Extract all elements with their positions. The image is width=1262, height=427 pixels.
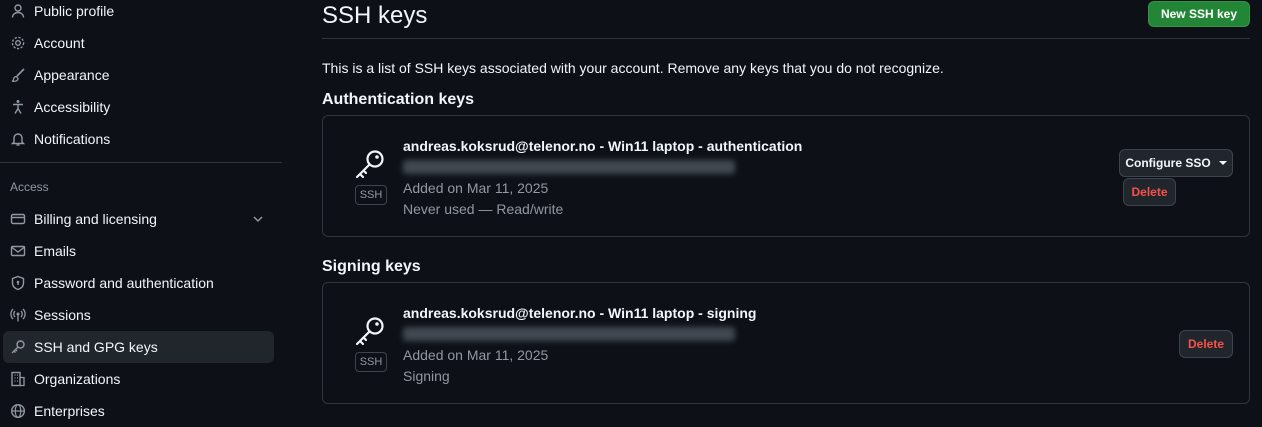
key-title: andreas.koksrud@telenor.no - Win11 lapto…: [403, 138, 803, 154]
sidebar-item-appearance[interactable]: Appearance: [3, 59, 274, 91]
authentication-keys-heading: Authentication keys: [322, 91, 475, 108]
new-ssh-key-button[interactable]: New SSH key: [1147, 1, 1250, 27]
signing-key-item: SSH andreas.koksrud@telenor.no - Win11 l…: [322, 282, 1250, 404]
settings-sidebar: Public profile Account Appearance Access…: [0, 0, 282, 419]
sidebar-item-organizations[interactable]: Organizations: [3, 363, 274, 395]
sidebar-item-label: Organizations: [34, 371, 121, 387]
caret-down-icon: [1218, 161, 1227, 165]
key-fingerprint-redacted: [403, 160, 735, 174]
title-divider: [322, 38, 1250, 39]
organization-icon: [10, 371, 26, 387]
gear-icon: [10, 35, 26, 51]
mail-icon: [10, 243, 26, 259]
sidebar-item-enterprises[interactable]: Enterprises: [3, 395, 274, 427]
broadcast-icon: [10, 307, 26, 323]
globe-icon: [10, 403, 26, 419]
sidebar-item-label: Billing and licensing: [34, 211, 157, 227]
configure-sso-label: Configure SSO: [1125, 156, 1211, 170]
key-icon: [353, 147, 387, 181]
sidebar-item-account[interactable]: Account: [3, 27, 274, 59]
sidebar-item-sessions[interactable]: Sessions: [3, 299, 274, 331]
sidebar-item-label: Account: [34, 35, 85, 51]
sidebar-item-label: Accessibility: [34, 99, 111, 115]
sidebar-item-label: Sessions: [34, 307, 91, 323]
main-content: SSH keys New SSH key This is a list of S…: [322, 0, 1250, 411]
key-added-date: Added on Mar 11, 2025: [403, 180, 549, 196]
paintbrush-icon: [10, 67, 26, 83]
key-icon: [353, 314, 387, 348]
key-usage: Never used — Read/write: [403, 201, 564, 217]
sidebar-item-label: Appearance: [34, 67, 110, 83]
credit-card-icon: [10, 211, 26, 227]
shield-lock-icon: [10, 275, 26, 291]
ssh-badge: SSH: [355, 185, 387, 205]
ssh-badge: SSH: [355, 352, 387, 372]
sidebar-item-password-auth[interactable]: Password and authentication: [3, 267, 274, 299]
sidebar-item-label: SSH and GPG keys: [34, 339, 158, 355]
key-icon: [10, 339, 26, 355]
sidebar-item-billing[interactable]: Billing and licensing: [3, 203, 274, 235]
sidebar-item-public-profile[interactable]: Public profile: [3, 0, 274, 27]
delete-signing-key-button[interactable]: Delete: [1179, 330, 1233, 358]
key-added-date: Added on Mar 11, 2025: [403, 347, 549, 363]
sidebar-item-label: Public profile: [34, 3, 115, 19]
sidebar-item-label: Emails: [34, 243, 77, 259]
sidebar-item-ssh-gpg-keys[interactable]: SSH and GPG keys: [3, 331, 274, 363]
chevron-down-icon[interactable]: [250, 211, 266, 227]
sidebar-item-emails[interactable]: Emails: [3, 235, 274, 267]
authentication-key-item: SSH andreas.koksrud@telenor.no - Win11 l…: [322, 115, 1250, 237]
intro-text: This is a list of SSH keys associated wi…: [322, 60, 944, 76]
configure-sso-button[interactable]: Configure SSO: [1119, 149, 1233, 177]
sidebar-item-accessibility[interactable]: Accessibility: [3, 91, 274, 123]
key-usage: Signing: [403, 368, 450, 384]
accessibility-icon: [10, 99, 26, 115]
page-title: SSH keys: [322, 2, 428, 29]
sidebar-item-label: Notifications: [34, 131, 111, 147]
sidebar-item-notifications[interactable]: Notifications: [3, 123, 274, 155]
bell-icon: [10, 131, 26, 147]
sidebar-item-label: Enterprises: [34, 403, 105, 419]
key-title: andreas.koksrud@telenor.no - Win11 lapto…: [403, 305, 757, 321]
access-heading: Access: [10, 180, 49, 194]
sidebar-divider: [0, 162, 282, 163]
signing-keys-heading: Signing keys: [322, 258, 421, 275]
sidebar-item-label: Password and authentication: [34, 275, 214, 291]
key-fingerprint-redacted: [403, 327, 735, 341]
delete-authentication-key-button[interactable]: Delete: [1123, 178, 1176, 206]
person-icon: [10, 3, 26, 19]
